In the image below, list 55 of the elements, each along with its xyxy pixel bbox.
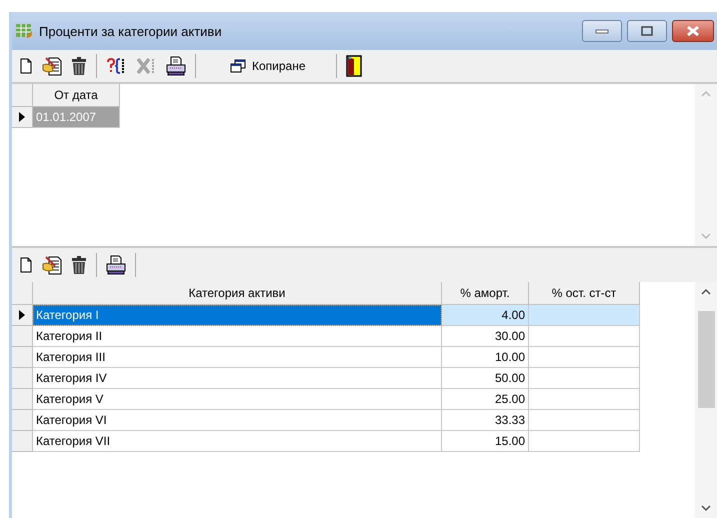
row-indicator — [12, 368, 33, 389]
printer-icon — [166, 56, 186, 76]
row-indicator — [12, 410, 33, 431]
table-cell[interactable]: 25.00 — [442, 389, 529, 410]
column-header[interactable]: Категория активи — [33, 282, 442, 305]
table-cell[interactable]: 33.33 — [442, 410, 529, 431]
table-cell[interactable]: 50.00 — [442, 368, 529, 389]
maximize-button[interactable] — [627, 20, 667, 42]
table-cell[interactable] — [529, 368, 640, 389]
table-cell[interactable]: Категория II — [33, 326, 442, 347]
current-row-icon — [18, 111, 26, 123]
table-cell[interactable] — [529, 410, 640, 431]
scroll-down-icon[interactable] — [701, 505, 711, 512]
copy-button[interactable]: Копиране — [202, 53, 330, 79]
row-indicator — [12, 389, 33, 410]
close-icon — [685, 25, 701, 37]
printer-icon — [106, 255, 126, 275]
table-cell[interactable] — [529, 347, 640, 368]
table-cell[interactable] — [529, 431, 640, 452]
table-cell[interactable]: 15.00 — [442, 431, 529, 452]
door-icon — [346, 55, 362, 77]
row-indicator — [12, 431, 33, 452]
edit-document-icon — [41, 56, 63, 76]
edit-document-icon — [41, 255, 63, 275]
scrollbar[interactable] — [695, 282, 717, 518]
scroll-up-icon[interactable] — [701, 288, 711, 295]
spreadsheet-icon — [15, 23, 33, 39]
close-button[interactable] — [672, 20, 714, 42]
table-cell[interactable] — [529, 326, 640, 347]
trash-icon — [71, 255, 87, 275]
table-cell[interactable]: Категория IV — [33, 368, 442, 389]
column-header[interactable]: От дата — [33, 84, 120, 107]
table-cell[interactable]: Категория III — [33, 347, 442, 368]
new-document-icon — [19, 257, 33, 273]
table-cell[interactable]: Категория I — [33, 305, 442, 326]
minimize-icon — [594, 27, 610, 35]
column-header[interactable]: % ост. ст-ст — [529, 282, 640, 305]
table-cell[interactable] — [529, 305, 640, 326]
column-header[interactable]: % аморт. — [442, 282, 529, 305]
new-document-icon — [19, 58, 33, 74]
trash-icon — [71, 56, 87, 76]
table-cell[interactable] — [529, 389, 640, 410]
table-cell[interactable]: Категория V — [33, 389, 442, 410]
row-indicator — [12, 347, 33, 368]
scroll-thumb[interactable] — [698, 311, 714, 408]
maximize-icon — [640, 26, 654, 36]
windows-icon — [230, 59, 246, 73]
table-cell[interactable]: Категория VI — [33, 410, 442, 431]
table-cell[interactable]: Категория VII — [33, 431, 442, 452]
table-cell[interactable]: 4.00 — [442, 305, 529, 326]
table-cell[interactable]: 10.00 — [442, 347, 529, 368]
minimize-button[interactable] — [582, 20, 622, 42]
current-row-icon — [18, 309, 26, 321]
window-title: Проценти за категории активи — [39, 24, 222, 38]
table-cell[interactable]: 30.00 — [442, 326, 529, 347]
